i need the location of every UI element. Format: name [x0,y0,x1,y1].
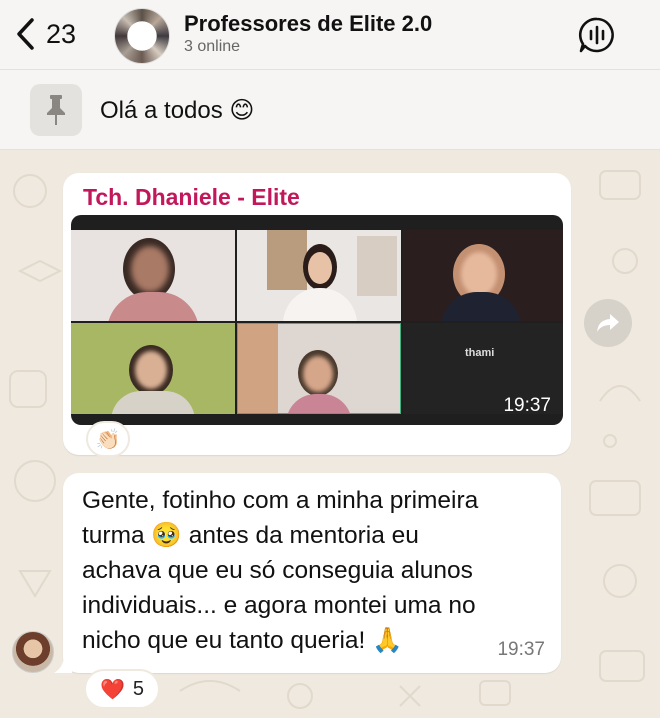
voice-chat-icon[interactable] [578,16,616,54]
forward-arrow-icon [597,314,619,332]
online-count: 3 online [184,38,241,55]
sender-name[interactable]: Tch. Dhaniele - Elite [83,184,300,211]
participant-tile [403,230,563,321]
back-button[interactable]: 23 [14,14,94,54]
message-line: achava que eu só conseguia alunos [82,557,473,584]
participant-tile [71,230,235,321]
chevron-left-icon [17,18,34,50]
bubble-tail [54,655,72,673]
message-time: 19:37 [497,639,545,660]
forward-button[interactable] [584,299,632,347]
pin-button[interactable] [30,84,82,136]
pin-icon [47,95,65,125]
clap-emoji: 👏🏻 [95,428,121,451]
message-time: 19:37 [503,395,551,416]
group-title[interactable]: Professores de Elite 2.0 [184,11,432,37]
video-call-photo[interactable]: thami 19:37 [71,215,563,425]
chat-area[interactable]: Tch. Dhaniele - Elite thami 19:37 👏🏻 Gen… [0,151,660,718]
participant-tile [71,323,235,414]
reaction-count: 5 [132,677,145,700]
sender-avatar[interactable] [12,631,54,673]
pinned-message-bar[interactable]: Olá a todos 😊 [0,70,660,150]
text-message-bubble[interactable]: Gente, fotinho com a minha primeira turm… [63,473,561,673]
participant-tile [237,323,401,414]
participant-tile [237,230,401,321]
message-line: Gente, fotinho com a minha primeira [82,487,479,514]
participant-name: thami [465,347,495,359]
unread-count: 23 [46,18,77,49]
reaction-badge[interactable]: ❤️ 5 [84,669,160,709]
message-line: turma 🥹 antes da mentoria eu [82,522,419,549]
photo-message-bubble[interactable]: Tch. Dhaniele - Elite thami 19:37 [63,173,571,455]
message-text: Gente, fotinho com a minha primeira turm… [82,483,542,658]
pinned-text: Olá a todos 😊 [100,97,255,124]
chat-header: 23 Professores de Elite 2.0 3 online [0,0,660,70]
group-avatar[interactable] [114,8,170,64]
message-line: nicho que eu tanto queria! 🙏 [82,627,403,654]
message-line: individuais... e agora montei uma no [82,592,476,619]
heart-emoji: ❤️ [99,678,125,701]
reaction-badge[interactable]: 👏🏻 [86,421,130,457]
